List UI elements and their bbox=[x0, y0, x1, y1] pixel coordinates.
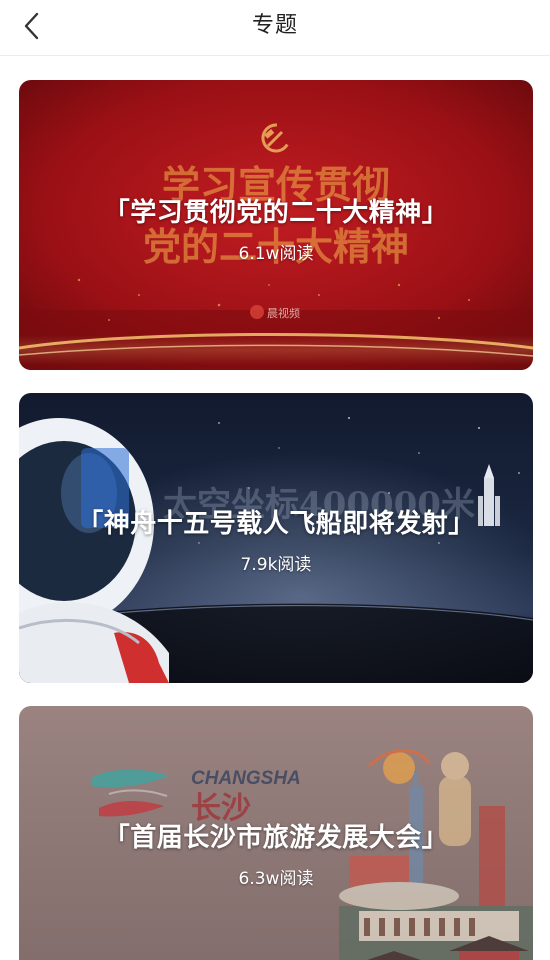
topics-page: 专题 学习宣传贯彻 党的二十大精神 晨视频 「学习贯彻党的二十大精神」 6.1w… bbox=[0, 0, 550, 960]
top-navigation-bar: 专题 bbox=[0, 0, 550, 56]
cover-watermark: 晨视频 bbox=[267, 306, 300, 320]
topic-title: 「神舟十五号载人飞船即将发射」 bbox=[77, 509, 475, 539]
topic-title: 「学习贯彻党的二十大精神」 bbox=[103, 198, 449, 228]
topic-card-changsha-tourism[interactable]: CHANGSHA 长沙 「首届长沙市旅游发展大会」 6.3w阅读 bbox=[19, 706, 533, 960]
page-title: 专题 bbox=[251, 13, 298, 38]
topic-read-count: 7.9k阅读 bbox=[240, 555, 312, 575]
topic-read-count: 6.3w阅读 bbox=[238, 869, 314, 889]
topic-card-caption: 「学习贯彻党的二十大精神」 6.1w阅读 bbox=[19, 192, 533, 264]
topic-read-count: 6.1w阅读 bbox=[238, 244, 314, 264]
topic-card-shenzhou-15[interactable]: 太空坐标400000米 「神舟十五号载人飞船即将发射」 7.9k阅读 bbox=[19, 393, 533, 683]
topic-card-caption: 「首届长沙市旅游发展大会」 6.3w阅读 bbox=[19, 817, 533, 889]
cover-logo-en: CHANGSHA bbox=[191, 768, 301, 789]
topic-card-party-congress[interactable]: 学习宣传贯彻 党的二十大精神 晨视频 「学习贯彻党的二十大精神」 6.1w阅读 bbox=[19, 80, 533, 370]
topic-title: 「首届长沙市旅游发展大会」 bbox=[103, 823, 449, 853]
topic-card-caption: 「神舟十五号载人飞船即将发射」 7.9k阅读 bbox=[19, 503, 533, 575]
